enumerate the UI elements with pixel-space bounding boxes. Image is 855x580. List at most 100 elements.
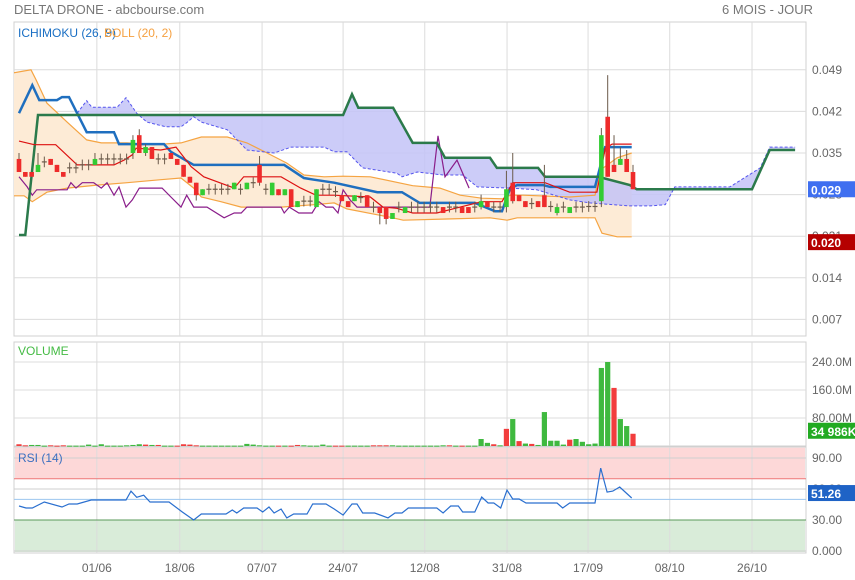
candle-body (149, 147, 155, 159)
stock-chart: 01/06 18/06 07/07 24/07 12/08 31/08 17/09 08/10… (13, 21, 855, 575)
volume-bar (180, 444, 187, 446)
volume-bar (301, 445, 307, 447)
volume-bar (256, 445, 263, 447)
candle-body (364, 195, 370, 208)
volume-bar (364, 445, 370, 447)
price-tick-label: 0.042 (812, 104, 842, 118)
volume-bar (459, 445, 465, 447)
candle-body (143, 147, 148, 153)
volume-bar (472, 445, 478, 447)
candle-body (200, 189, 205, 196)
candle-body (193, 182, 199, 196)
volume-tick-label: 160.0M (812, 383, 852, 397)
rsi-legend: RSI (14) (18, 451, 63, 465)
candle-body (61, 172, 66, 177)
candle-body (605, 116, 610, 177)
x-tick-label: 01/06 (82, 561, 112, 575)
volume-bar (497, 445, 503, 447)
volume-bar (396, 445, 402, 447)
candle-body (35, 164, 41, 173)
candle-body (181, 164, 186, 177)
candle-body (377, 207, 383, 214)
candle-body (231, 182, 237, 190)
candle-body (504, 189, 509, 208)
candle-body (23, 172, 28, 177)
volume-bar (263, 445, 269, 447)
volume-bar (383, 445, 389, 447)
volume-bar (320, 444, 326, 446)
candle-body (611, 164, 617, 173)
volume-bar (155, 444, 161, 446)
volume-bar (541, 412, 547, 446)
volume-bar (149, 444, 155, 446)
candle-body (535, 201, 541, 208)
x-tick-label: 08/10 (655, 561, 685, 575)
x-tick-label: 31/08 (492, 561, 522, 575)
volume-bar (453, 445, 459, 447)
volume-bar (586, 444, 592, 446)
volume-bar (598, 367, 604, 446)
candle-body (48, 158, 53, 165)
volume-bar (402, 445, 408, 447)
volume-bar (218, 445, 225, 447)
candle-body (542, 195, 547, 208)
volume-bar (440, 445, 446, 447)
volume-bar (434, 445, 440, 447)
volume-tick-label: 240.0M (812, 355, 852, 369)
volume-bar (67, 445, 73, 447)
volume-bar (54, 445, 60, 447)
volume-bar (86, 444, 92, 446)
volume-bar (288, 445, 294, 447)
candle-body (567, 207, 573, 214)
candle-body (54, 164, 60, 173)
volume-bar (307, 445, 313, 447)
candle-body (516, 195, 522, 202)
x-tick-label: 24/07 (328, 561, 358, 575)
volume-bar (161, 445, 168, 447)
candle-body (187, 176, 193, 183)
volume-bar (554, 440, 560, 446)
candle-body (276, 189, 281, 196)
candle-body (92, 158, 98, 165)
candle-body (523, 201, 528, 208)
volume-bar (389, 445, 396, 447)
candle-body (295, 201, 300, 208)
candle-body (466, 207, 471, 214)
candle-body (510, 182, 516, 202)
volume-bar (168, 445, 174, 447)
volume-bar (491, 444, 497, 446)
candle-body (352, 195, 357, 202)
volume-bar (313, 445, 320, 447)
candle-body (554, 207, 560, 214)
x-tick-label: 12/08 (410, 561, 440, 575)
volume-bar (478, 439, 484, 446)
candle-body (402, 207, 408, 214)
volume-bar (16, 444, 22, 446)
volume-bar (548, 440, 554, 446)
volume-bar (275, 445, 282, 447)
candle-body (624, 158, 629, 173)
volume-bar (174, 445, 180, 447)
volume-bar (225, 445, 231, 447)
volume-bar (573, 439, 579, 446)
volume-bar (332, 445, 339, 447)
volume-bar (193, 445, 199, 447)
volume-bar (237, 445, 244, 447)
candle-body (485, 201, 490, 208)
rsi-tick-label: 30.00 (812, 513, 842, 527)
volume-bar (117, 445, 123, 447)
volume-legend: VOLUME (18, 344, 69, 358)
volume-bar (244, 443, 250, 446)
volume-bar (73, 445, 79, 447)
volume-bar (592, 443, 598, 446)
price-tick-label: 0.014 (812, 271, 842, 285)
candle-body (257, 164, 262, 183)
volume-bar (630, 433, 636, 446)
volume-bar (231, 445, 237, 447)
candle-body (136, 135, 142, 153)
volume-bar (212, 445, 218, 447)
volume-bar (605, 362, 611, 446)
volume-bar (427, 445, 434, 447)
candle-body (168, 152, 174, 159)
price-tick-label: 0.007 (812, 312, 842, 326)
